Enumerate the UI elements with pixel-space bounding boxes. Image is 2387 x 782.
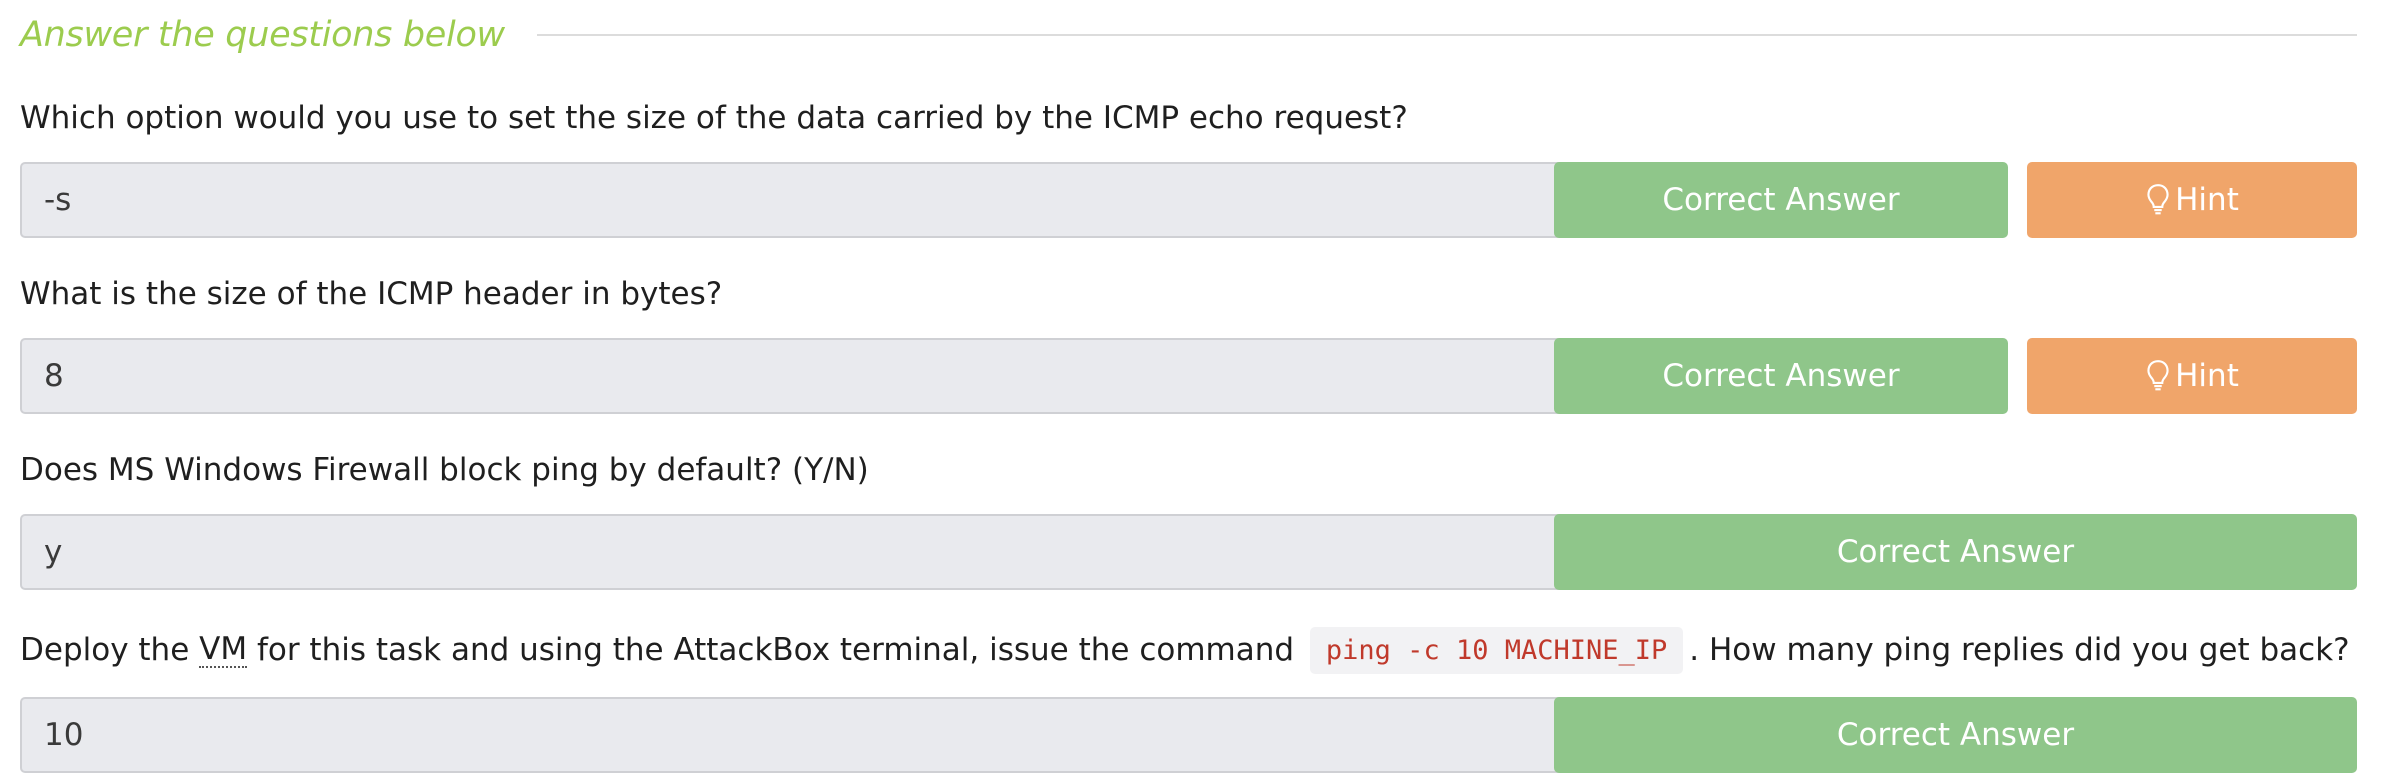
ping-command-code: ping -c 10 MACHINE_IP bbox=[1309, 626, 1684, 674]
question-1-hint-label: Hint bbox=[2175, 182, 2239, 218]
question-2-hint-button[interactable]: Hint bbox=[2027, 338, 2357, 414]
question-4-answer-row: Correct Answer bbox=[20, 697, 2357, 773]
question-4-correct-answer-button[interactable]: Correct Answer bbox=[1554, 697, 2357, 773]
question-1-hint-button[interactable]: Hint bbox=[2027, 162, 2357, 238]
lightbulb-icon bbox=[2147, 360, 2169, 391]
question-3-correct-answer-button[interactable]: Correct Answer bbox=[1554, 514, 2357, 590]
question-2-correct-answer-button[interactable]: Correct Answer bbox=[1554, 338, 2008, 414]
questions-section: Answer the questions below Which option … bbox=[20, 0, 2357, 773]
question-4-text-after: . How many ping replies did you get back… bbox=[1689, 632, 2350, 668]
lightbulb-icon bbox=[2147, 184, 2169, 215]
question-4-answer-input[interactable] bbox=[20, 697, 1583, 773]
question-2-text: What is the size of the ICMP header in b… bbox=[20, 276, 723, 312]
question-2-hint-label: Hint bbox=[2175, 358, 2239, 394]
question-1-text: Which option would you use to set the si… bbox=[20, 100, 1408, 136]
question-3-text: Does MS Windows Firewall block ping by d… bbox=[20, 452, 869, 488]
section-divider bbox=[536, 34, 2357, 36]
section-header: Answer the questions below bbox=[20, 0, 2357, 70]
question-1-answer-input[interactable] bbox=[20, 162, 1583, 238]
vm-abbreviation[interactable]: VM bbox=[199, 632, 248, 669]
question-1-answer-row: Correct Answer Hint bbox=[20, 162, 2357, 238]
section-title: Answer the questions below bbox=[20, 15, 505, 55]
question-3-answer-row: Correct Answer bbox=[20, 514, 2357, 590]
question-2-answer-row: Correct Answer Hint bbox=[20, 338, 2357, 414]
question-1-correct-answer-button[interactable]: Correct Answer bbox=[1554, 162, 2008, 238]
question-4-text: Deploy the VM for this task and using th… bbox=[20, 624, 2350, 676]
question-4-text-before: Deploy the bbox=[20, 632, 200, 668]
question-2-answer-input[interactable] bbox=[20, 338, 1583, 414]
question-3-answer-input[interactable] bbox=[20, 514, 1583, 590]
question-4-text-middle: for this task and using the AttackBox te… bbox=[247, 632, 1304, 668]
